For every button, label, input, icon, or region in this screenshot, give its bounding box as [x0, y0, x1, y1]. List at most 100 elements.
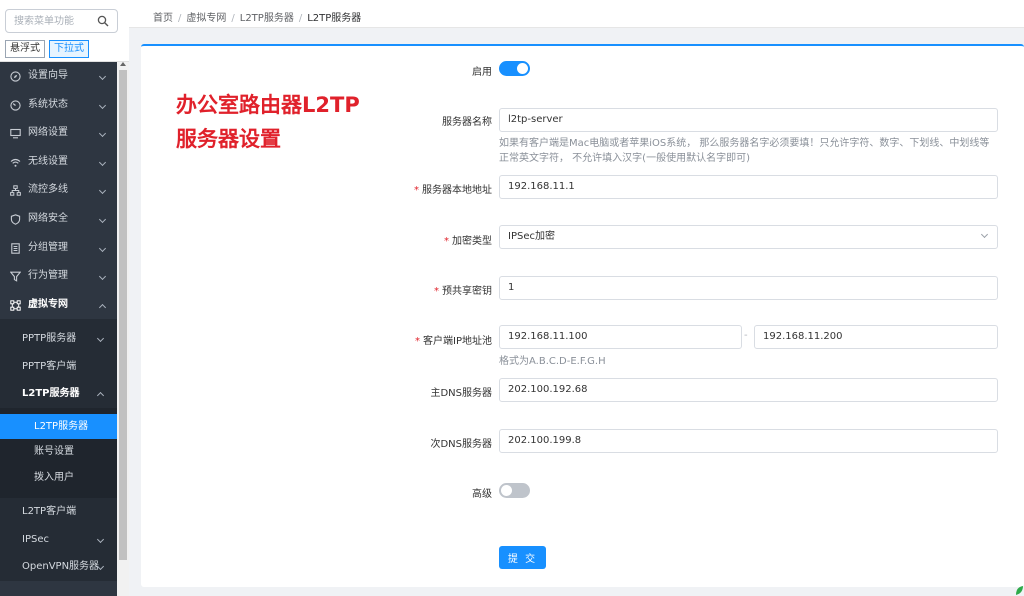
- menu-search-input[interactable]: [6, 10, 96, 32]
- sidebar-item-vpn[interactable]: 虚拟专网: [0, 291, 117, 320]
- encryption-type-select[interactable]: IPSec加密: [499, 225, 998, 249]
- server-name-input[interactable]: l2tp-server: [499, 108, 998, 132]
- enable-toggle[interactable]: [499, 61, 530, 76]
- primary-dns-input[interactable]: 202.100.192.68: [499, 378, 998, 402]
- breadcrumb-l2tp-group[interactable]: L2TP服务器: [240, 13, 294, 24]
- sidebar-item-l2tp-server[interactable]: L2TP服务器: [0, 413, 117, 440]
- server-name-help: 如果有客户端是Mac电脑或者苹果iOS系统， 那么服务器名字必须要填！只允许字符…: [499, 136, 1004, 166]
- local-address-label-text: 服务器本地地址: [422, 185, 492, 196]
- chevron-down-icon: [98, 215, 107, 224]
- breadcrumb-home[interactable]: 首页: [153, 13, 173, 24]
- network-tree-icon: [10, 185, 21, 197]
- chevron-down-icon: [98, 158, 107, 166]
- chevron-down-icon: [98, 244, 107, 252]
- shield-icon: [10, 214, 21, 225]
- sidebar-top: 悬浮式 下拉式: [0, 0, 129, 62]
- sidebar-item-l2tp-server-group[interactable]: L2TP服务器: [0, 380, 117, 408]
- secondary-dns-input[interactable]: 202.100.199.8: [499, 429, 998, 453]
- chevron-down-icon: [96, 335, 105, 343]
- toggle-knob: [517, 63, 528, 74]
- required-mark: *: [415, 336, 421, 347]
- sidebar-item-label: 设置向导: [28, 70, 68, 81]
- sidebar-item-label: PPTP服务器: [22, 333, 77, 345]
- breadcrumb-vpn[interactable]: 虚拟专网: [186, 13, 226, 24]
- sidebar-item-label: 分组管理: [28, 241, 68, 253]
- ip-pool-label: * 客户端IP地址池: [380, 332, 492, 347]
- sidebar-item-dialin-users[interactable]: 拨入用户: [0, 464, 117, 491]
- top-bar: 首页 / 虚拟专网 / L2TP服务器 / L2TP服务器: [129, 0, 1024, 28]
- dropdown-mode-button[interactable]: 下拉式: [49, 40, 89, 58]
- sidebar-item-flow-control[interactable]: 流控多线: [0, 176, 117, 205]
- sidebar-scrollbar[interactable]: [117, 62, 129, 596]
- sidebar-item-account-settings[interactable]: 账号设置: [0, 439, 117, 465]
- sidebar-item-ipsec[interactable]: IPSec: [0, 525, 117, 554]
- sidebar-item-label: 网络设置: [28, 127, 68, 139]
- psk-input[interactable]: 1: [499, 276, 998, 300]
- sidebar-item-l2tp-client[interactable]: L2TP客户端: [0, 498, 117, 526]
- local-address-input[interactable]: 192.168.11.1: [499, 175, 998, 199]
- advanced-toggle[interactable]: [499, 483, 530, 498]
- psk-label-text: 预共享密钥: [442, 286, 492, 297]
- sidebar-item-label: 系统状态: [28, 98, 68, 110]
- breadcrumb-separator: /: [231, 13, 235, 24]
- enable-label: 启用: [472, 67, 492, 78]
- leaf-logo-icon: [1016, 586, 1023, 595]
- advanced-label: 高级: [472, 489, 492, 500]
- sidebar-item-network-security[interactable]: 网络安全: [0, 205, 117, 234]
- vpn-icon: [10, 300, 21, 311]
- sidebar-item-openvpn-server[interactable]: OpenVPN服务器: [0, 553, 117, 581]
- sidebar-item-pptp-client[interactable]: PPTP客户端: [0, 352, 117, 381]
- sidebar: 悬浮式 下拉式 设置向导 系统状态 网络设置 无线设置 流控多线: [0, 0, 129, 596]
- primary-dns-label: 主DNS服务器: [430, 388, 492, 399]
- required-mark: *: [434, 286, 439, 297]
- psk-label: * 预共享密钥: [400, 282, 492, 297]
- sidebar-item-system-status[interactable]: 系统状态: [0, 91, 117, 120]
- promo-overlay-text: 办公室路由器L2TP 服务器设置: [176, 88, 360, 156]
- sidebar-item-pptp-server[interactable]: PPTP服务器: [0, 325, 117, 353]
- chevron-down-icon: [96, 535, 105, 543]
- ip-pool-label-text: 客户端IP地址池: [423, 336, 492, 347]
- submenu-spacer: [0, 490, 117, 499]
- sidebar-item-label: L2TP客户端: [22, 506, 77, 518]
- sidebar-item-label: L2TP服务器: [22, 388, 80, 400]
- sidebar-item-wireless[interactable]: 无线设置: [0, 148, 117, 177]
- sidebar-item-network-settings[interactable]: 网络设置: [0, 119, 117, 148]
- sidebar-item-group-management[interactable]: 分组管理: [0, 234, 117, 263]
- sidebar-item-setup-wizard[interactable]: 设置向导: [0, 62, 117, 91]
- compass-icon: [10, 71, 21, 82]
- chevron-up-icon: [98, 303, 107, 311]
- wifi-icon: [10, 158, 21, 167]
- sidebar-item-label: 行为管理: [28, 270, 68, 282]
- local-address-label: * 服务器本地地址: [380, 181, 492, 196]
- sidebar-menu: 设置向导 系统状态 网络设置 无线设置 流控多线 网络安全 分组管理 行为管理 …: [0, 62, 117, 581]
- breadcrumb-separator: /: [178, 13, 182, 24]
- search-icon[interactable]: [97, 15, 109, 27]
- secondary-dns-label: 次DNS服务器: [430, 439, 492, 450]
- scroll-up-arrow-icon[interactable]: [120, 62, 126, 66]
- breadcrumb: 首页 / 虚拟专网 / L2TP服务器 / L2TP服务器: [153, 9, 361, 24]
- sidebar-item-label: 虚拟专网: [28, 298, 68, 310]
- ip-pool-help: 格式为A.B.C.D-E.F.G.H: [499, 356, 606, 367]
- chevron-up-icon: [96, 392, 105, 400]
- filter-icon: [10, 271, 21, 282]
- ip-pool-separator: -: [744, 330, 748, 341]
- required-mark: *: [414, 185, 419, 196]
- scrollbar-thumb[interactable]: [119, 70, 127, 560]
- server-name-help-line-1: 如果有客户端是Mac电脑或者苹果iOS系统， 那么服务器名字必须要填！只允许字符…: [499, 138, 990, 149]
- float-mode-button[interactable]: 悬浮式: [5, 40, 45, 58]
- submit-button[interactable]: 提 交: [499, 546, 546, 569]
- sidebar-item-label: 网络安全: [28, 212, 68, 224]
- encryption-type-label-text: 加密类型: [452, 236, 492, 247]
- menu-search-box[interactable]: [5, 9, 118, 33]
- ip-pool-start-input[interactable]: 192.168.11.100: [499, 325, 742, 349]
- chevron-down-icon: [98, 130, 107, 138]
- sidebar-item-label: OpenVPN服务器: [22, 561, 100, 573]
- ip-pool-end-input[interactable]: 192.168.11.200: [754, 325, 998, 349]
- chevron-down-icon: [98, 72, 107, 81]
- sidebar-item-behavior-management[interactable]: 行为管理: [0, 262, 117, 291]
- encryption-type-label: * 加密类型: [400, 232, 492, 247]
- toggle-knob: [501, 485, 512, 496]
- sidebar-item-label: PPTP客户端: [22, 360, 77, 372]
- chevron-down-icon: [98, 101, 107, 109]
- sidebar-item-label: 无线设置: [28, 155, 68, 167]
